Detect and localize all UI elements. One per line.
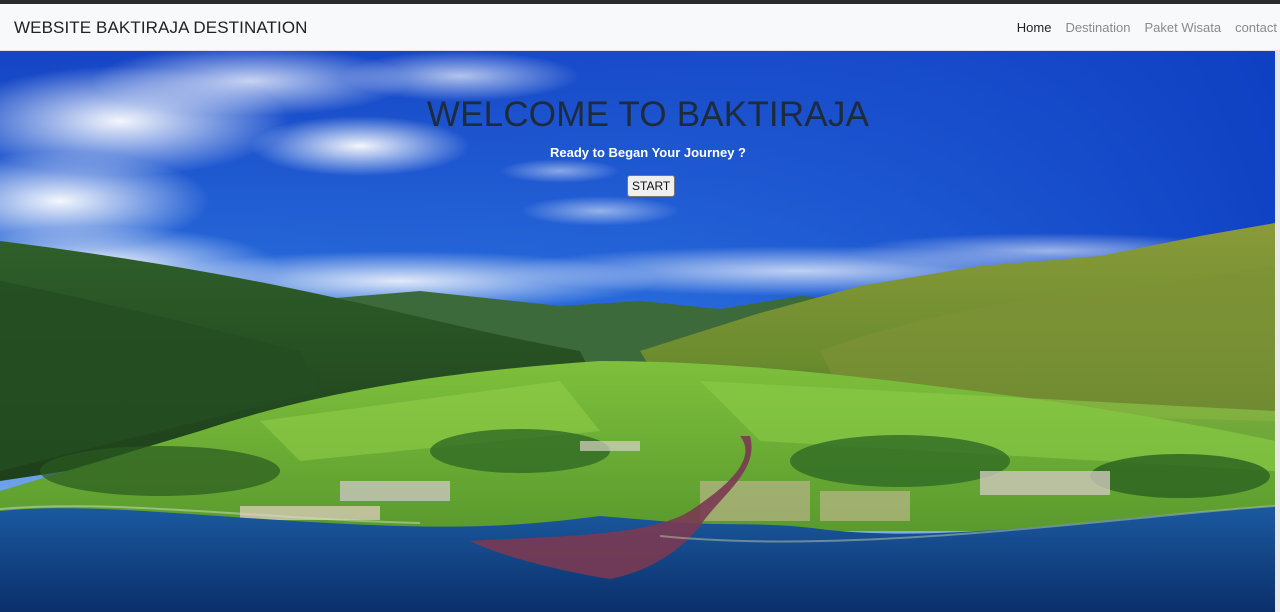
hero-section: WELCOME TO BAKTIRAJA Ready to Began Your… xyxy=(0,51,1275,612)
nav-links: Home Destination Paket Wisata contact xyxy=(1017,20,1277,35)
nav-link-contact[interactable]: contact xyxy=(1235,20,1277,35)
nav-link-home[interactable]: Home xyxy=(1017,20,1052,35)
hero-subtitle: Ready to Began Your Journey ? xyxy=(549,145,746,160)
nav-link-destination[interactable]: Destination xyxy=(1065,20,1130,35)
site-brand[interactable]: WEBSITE BAKTIRAJA DESTINATION xyxy=(14,18,308,38)
navbar: WEBSITE BAKTIRAJA DESTINATION Home Desti… xyxy=(0,4,1280,51)
page-scrollbar[interactable] xyxy=(1275,51,1280,612)
hero-title: WELCOME TO BAKTIRAJA xyxy=(426,95,870,134)
hero-background-image xyxy=(0,51,1275,612)
start-button[interactable]: START xyxy=(627,175,676,197)
nav-link-paket-wisata[interactable]: Paket Wisata xyxy=(1144,20,1221,35)
